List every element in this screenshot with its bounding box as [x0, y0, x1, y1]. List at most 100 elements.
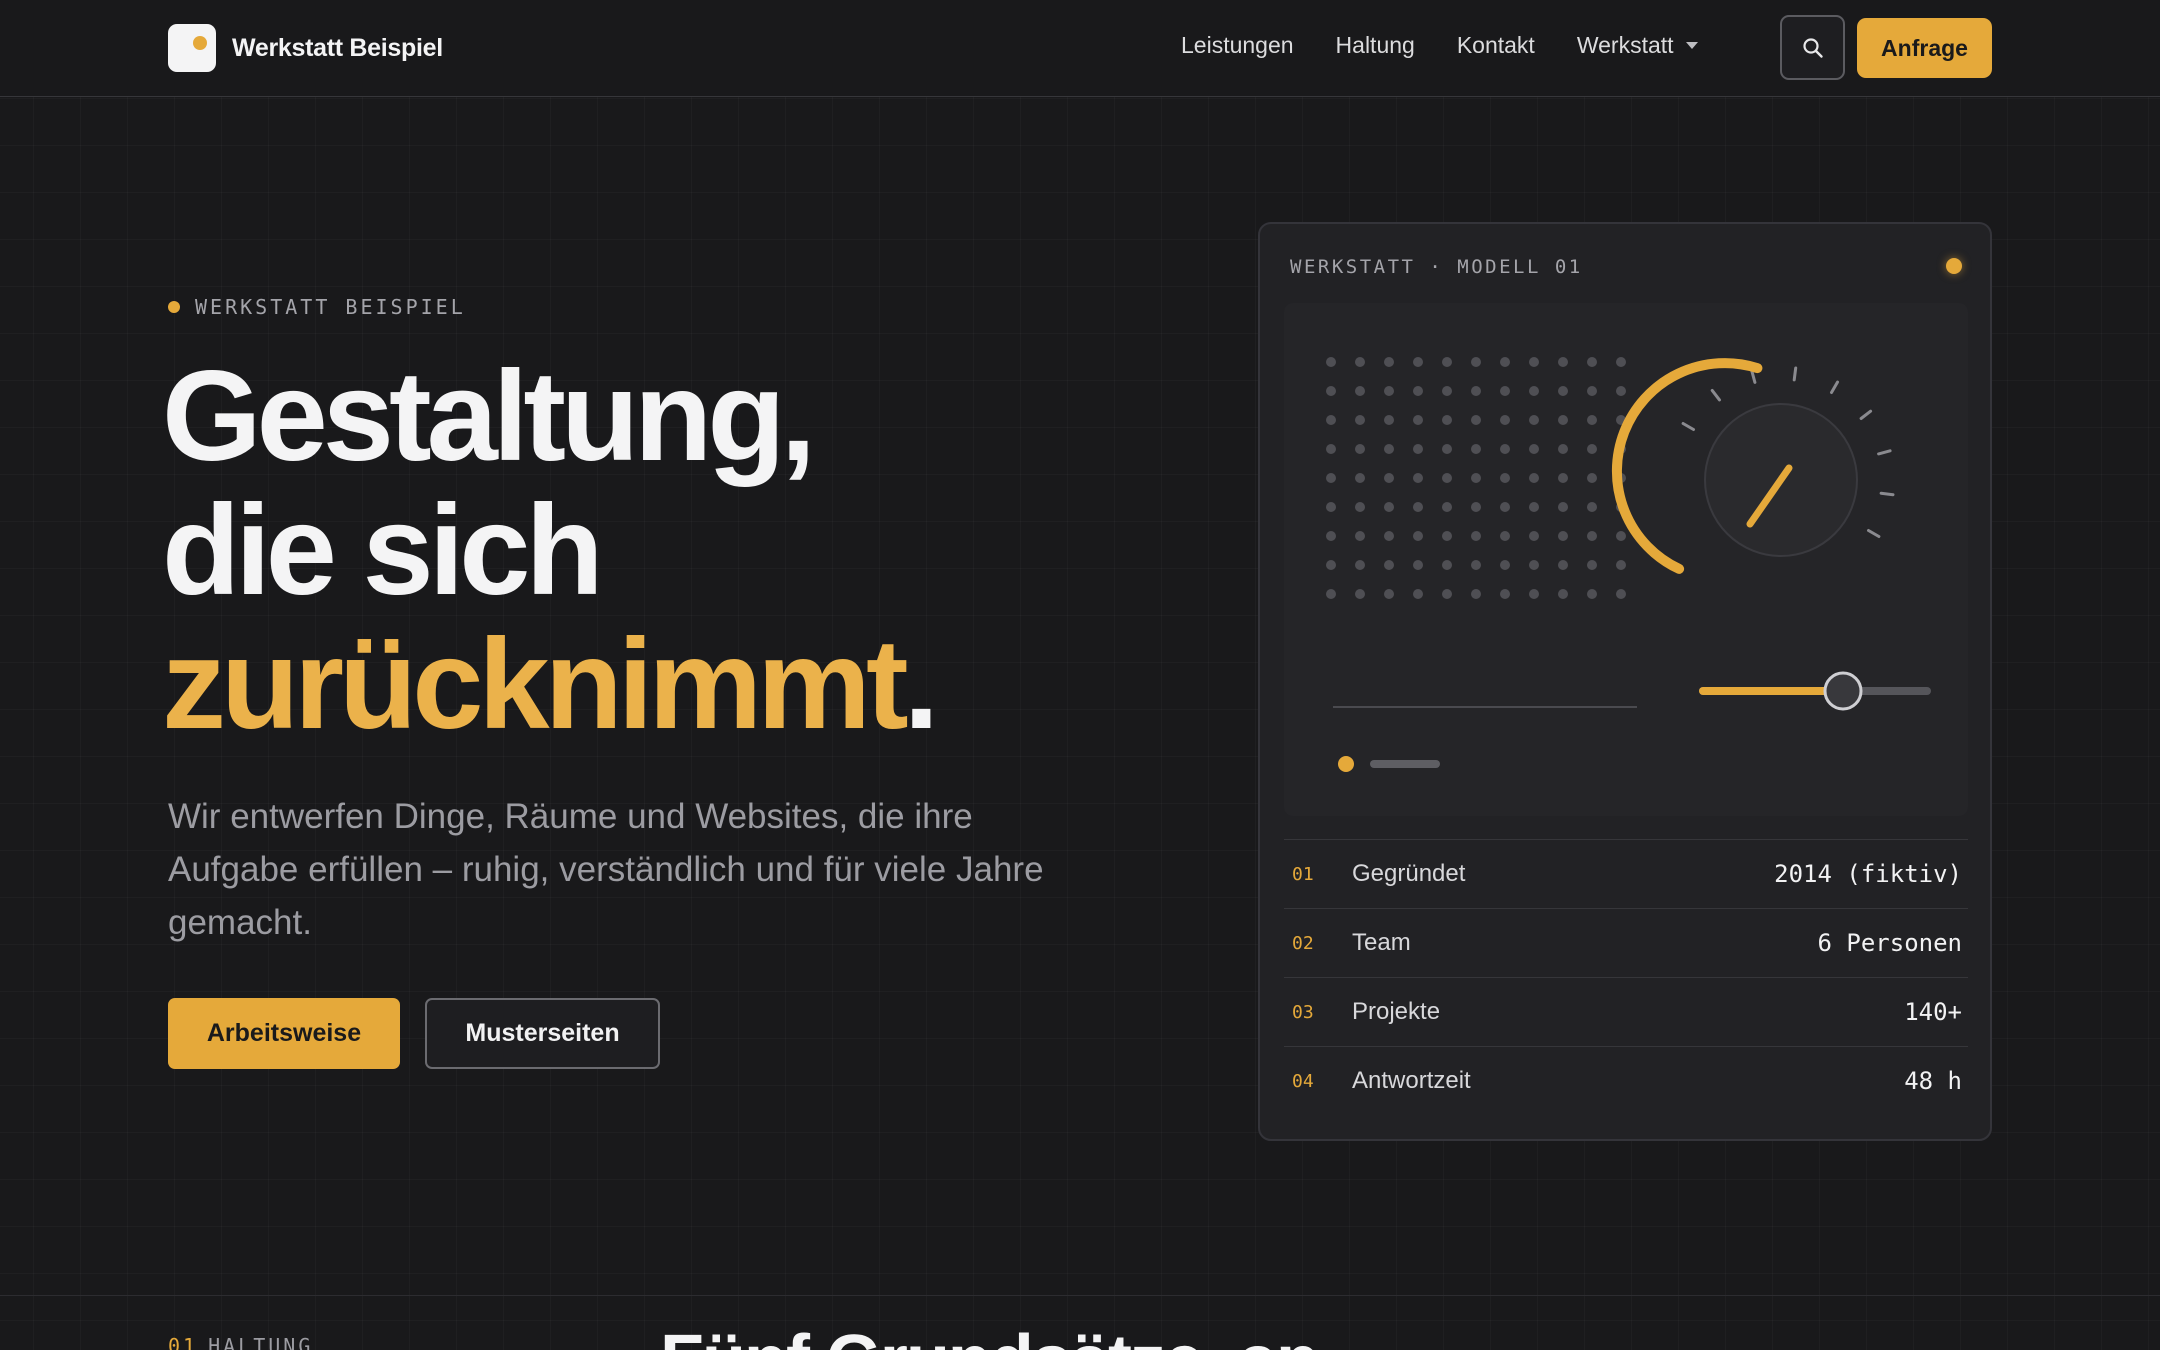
stat-label: Team — [1352, 929, 1411, 956]
speaker-dot — [1558, 415, 1568, 425]
card-label: WERKSTATT · MODELL 01 — [1290, 256, 1583, 278]
speaker-dot — [1529, 560, 1539, 570]
logo-icon — [168, 24, 216, 72]
nav-link-haltung[interactable]: Haltung — [1336, 32, 1415, 59]
section-number: 01 — [168, 1334, 199, 1350]
speaker-dot — [1587, 415, 1597, 425]
hero-lead: Wir entwerfen Dinge, Räume und Websites,… — [168, 797, 1044, 942]
speaker-dot-grid — [1326, 357, 1626, 599]
panel-graphic — [1326, 357, 1931, 772]
speaker-dot — [1471, 415, 1481, 425]
speaker-dot — [1471, 444, 1481, 454]
speaker-dot — [1587, 502, 1597, 512]
speaker-dot — [1471, 502, 1481, 512]
stat-number: 03 — [1292, 1001, 1314, 1023]
stat-label: Projekte — [1352, 998, 1441, 1025]
speaker-dot — [1413, 531, 1423, 541]
speaker-dot — [1500, 531, 1510, 541]
speaker-dot — [1616, 357, 1626, 367]
eyebrow-text: WERKSTATT BEISPIEL — [195, 295, 466, 319]
speaker-dot — [1413, 357, 1423, 367]
speaker-dot — [1616, 531, 1626, 541]
arbeitsweise-button[interactable]: Arbeitsweise — [168, 998, 400, 1069]
dial-tick — [1681, 422, 1695, 431]
speaker-dot — [1413, 444, 1423, 454]
speaker-dot — [1326, 444, 1336, 454]
speaker-dot — [1500, 415, 1510, 425]
speaker-dot — [1413, 386, 1423, 396]
slider-thumb[interactable] — [1823, 671, 1863, 711]
speaker-dot — [1442, 502, 1452, 512]
speaker-dot — [1500, 502, 1510, 512]
speaker-dot — [1587, 444, 1597, 454]
speaker-dot — [1500, 560, 1510, 570]
chevron-down-icon — [1685, 42, 1698, 49]
speaker-dot — [1355, 502, 1365, 512]
speaker-dot — [1558, 444, 1568, 454]
speaker-dot — [1413, 589, 1423, 599]
speaker-dot — [1384, 444, 1394, 454]
musterseiten-button[interactable]: Musterseiten — [425, 998, 660, 1069]
nav-link-kontakt[interactable]: Kontakt — [1457, 32, 1535, 59]
stat-label: Gegründet — [1352, 860, 1466, 887]
section-eyebrow: 01 HALTUNG — [168, 1334, 313, 1350]
slider[interactable] — [1699, 671, 1931, 711]
speaker-dot — [1326, 386, 1336, 396]
section-eyebrow-label: HALTUNG — [208, 1334, 314, 1350]
brand-link[interactable]: Werkstatt Beispiel — [168, 24, 443, 72]
slider-fill — [1699, 687, 1843, 695]
speaker-dot — [1326, 560, 1336, 570]
search-button[interactable] — [1780, 15, 1845, 80]
speaker-dot — [1529, 444, 1539, 454]
speaker-dot — [1355, 473, 1365, 483]
logo-dot — [193, 36, 207, 50]
dial-tick — [1750, 369, 1757, 384]
headline-accent: zurücknimmt — [162, 613, 909, 756]
indicator-dot-icon — [1338, 756, 1354, 772]
speaker-dot — [1413, 502, 1423, 512]
speaker-dot — [1413, 560, 1423, 570]
speaker-dot — [1529, 531, 1539, 541]
stat-row-antwortzeit: 04 Antwortzeit 48 h — [1284, 1046, 1968, 1115]
speaker-dot — [1500, 473, 1510, 483]
speaker-dot — [1355, 415, 1365, 425]
speaker-dot — [1442, 473, 1452, 483]
speaker-dot — [1500, 386, 1510, 396]
speaker-dot — [1500, 444, 1510, 454]
speaker-dot — [1355, 357, 1365, 367]
speaker-dot — [1413, 473, 1423, 483]
speaker-dot — [1384, 589, 1394, 599]
nav-link-leistungen[interactable]: Leistungen — [1181, 32, 1294, 59]
speaker-dot — [1384, 502, 1394, 512]
speaker-dot — [1587, 560, 1597, 570]
dial-tick — [1710, 388, 1721, 402]
nav-dropdown-label: Werkstatt — [1576, 32, 1674, 58]
speaker-dot — [1326, 531, 1336, 541]
speaker-dot — [1529, 473, 1539, 483]
anfrage-button[interactable]: Anfrage — [1857, 18, 1992, 78]
speaker-dot — [1442, 444, 1452, 454]
stat-value: 6 Personen — [1817, 929, 1963, 957]
nav-links: Leistungen Haltung Kontakt Werkstatt — [1181, 32, 1698, 59]
dial-tick — [1867, 529, 1881, 538]
speaker-dot — [1558, 502, 1568, 512]
speaker-dot — [1355, 560, 1365, 570]
dial[interactable] — [1611, 358, 1895, 574]
speaker-dot — [1413, 415, 1423, 425]
speaker-dot — [1442, 386, 1452, 396]
speaker-dot — [1558, 357, 1568, 367]
stat-value: 2014 (fiktiv) — [1774, 860, 1962, 888]
control-panel — [1284, 303, 1968, 816]
speaker-dot — [1355, 444, 1365, 454]
dial-tick — [1830, 380, 1839, 394]
stats-list: 01 Gegründet 2014 (fiktiv) 02 Team 6 Per… — [1284, 839, 1968, 1115]
speaker-dot — [1442, 560, 1452, 570]
speaker-dot — [1471, 357, 1481, 367]
dial-tick — [1877, 449, 1892, 456]
speaker-dot — [1529, 415, 1539, 425]
speaker-dot — [1587, 357, 1597, 367]
stat-number: 04 — [1292, 1070, 1314, 1092]
speaker-dot — [1471, 531, 1481, 541]
nav-dropdown-werkstatt[interactable]: Werkstatt — [1577, 32, 1698, 59]
speaker-dot — [1384, 415, 1394, 425]
